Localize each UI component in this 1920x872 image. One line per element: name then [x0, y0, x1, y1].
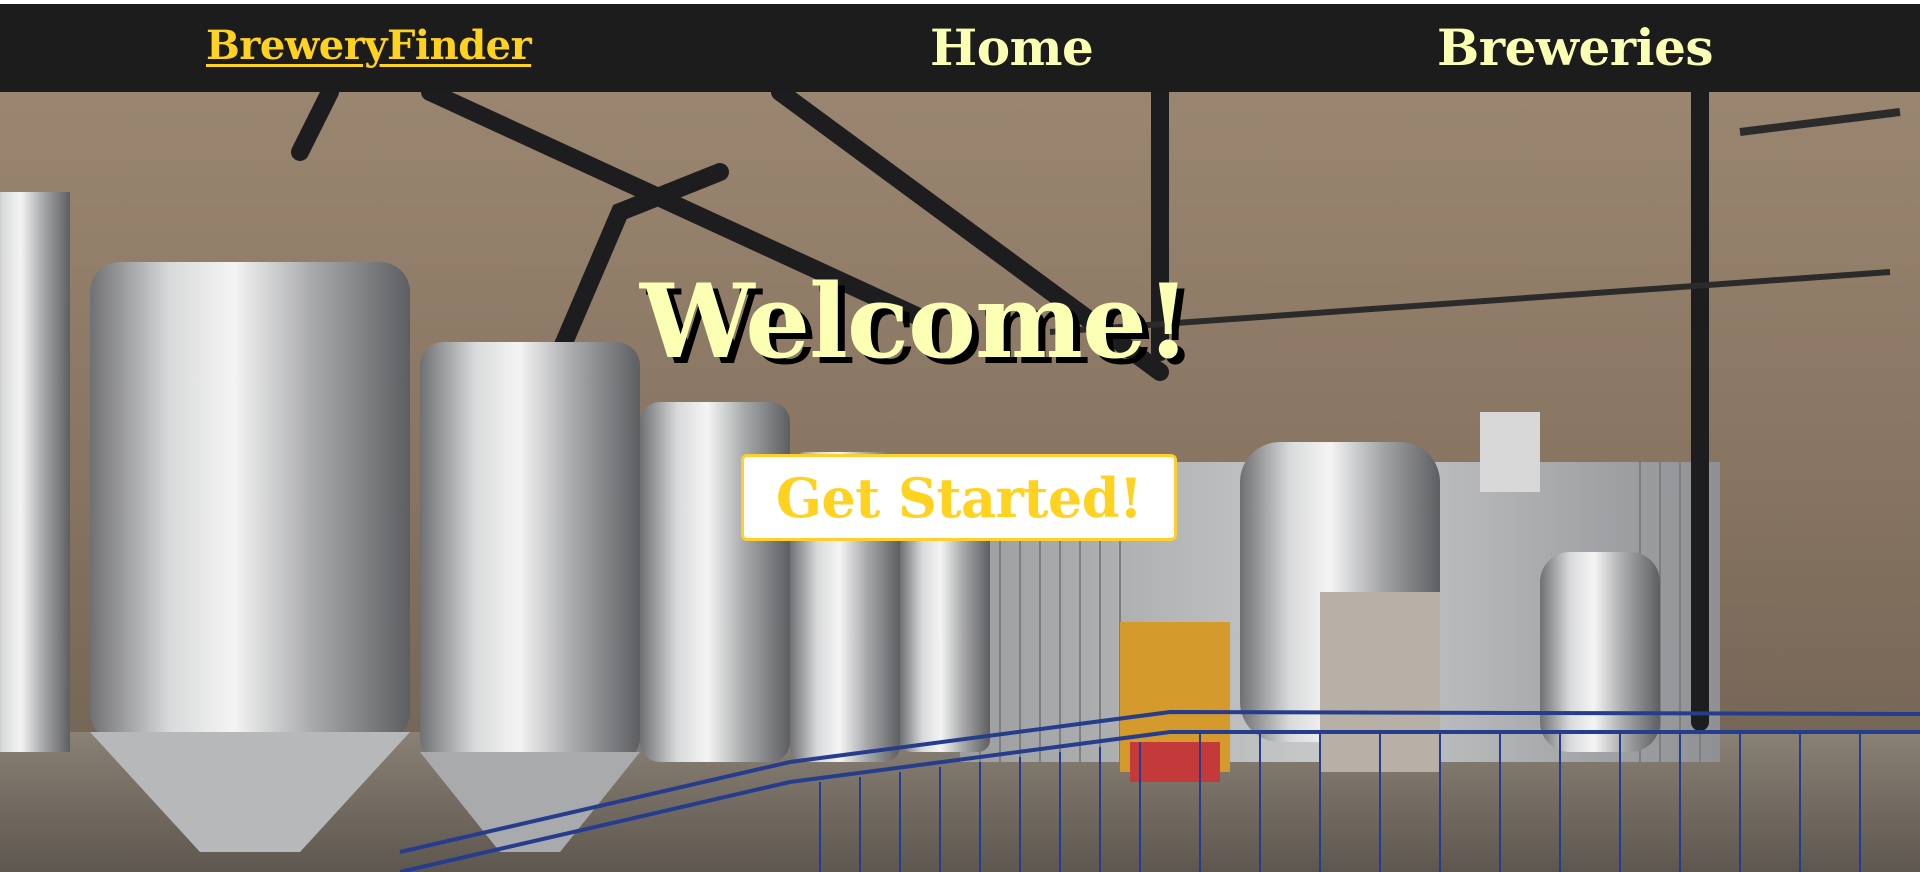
- page: BreweryFinder Home Breweries Welcome! Ge…: [0, 0, 1920, 872]
- hero-section: Welcome! Get Started!: [0, 92, 1920, 872]
- nav-link-home[interactable]: Home: [930, 18, 1094, 77]
- welcome-heading: Welcome!: [640, 262, 1191, 382]
- navbar: BreweryFinder Home Breweries: [0, 4, 1920, 92]
- get-started-button[interactable]: Get Started!: [741, 454, 1177, 541]
- nav-link-breweries[interactable]: Breweries: [1437, 18, 1714, 77]
- brand-logo-link[interactable]: BreweryFinder: [206, 22, 532, 69]
